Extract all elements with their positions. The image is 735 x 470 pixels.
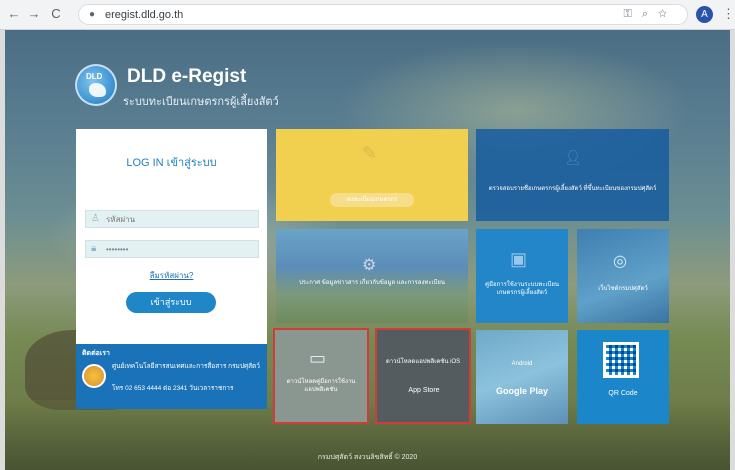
user-icon: ♙ [91,213,100,224]
gear-icon: ⚙ [362,257,377,274]
google-play-badge[interactable]: Google Play [480,386,564,396]
browser-toolbar: ← → C ● eregist.dld.go.th ⚿⌕☆ A ⋮ [0,0,735,30]
android-app-tile[interactable]: Android Google Play [476,330,568,424]
ios-app-tile[interactable]: ดาวน์โหลดแอปพลิเคชัน iOS App Store [375,328,471,424]
website-label: เว็บไซต์กรมปศุสัตว์ [598,286,648,292]
manual-tile[interactable]: ▣ คู่มือการใช้งานระบบทะเบียน เกษตรกรผู้เ… [476,229,568,323]
dld-logo: DLD [75,64,117,106]
page-background: DLD DLD e-Regist ระบบทะเบียนเกษตรกรผู้เล… [5,30,730,470]
qr-code-tile[interactable]: QR Code [577,330,669,424]
download-manual-tile[interactable]: ▭ ดาวน์โหลดคู่มือการใช้งาน แอปพลิเคชัน [273,328,369,424]
check-farmer-tile[interactable]: 👤︎ ตรวจสอบรายชื่อเกษตรกรผู้เลี้ยงสัตว์ ท… [476,129,669,221]
menu-icon[interactable]: ⋮ [722,6,735,22]
profile-avatar[interactable]: A [696,6,713,23]
register-button[interactable]: ลงทะเบียนเกษตรกร [330,193,414,207]
person-icon: 👤︎ [564,149,582,165]
address-bar-icons[interactable]: ⚿⌕☆ [623,8,677,21]
username-input[interactable] [106,212,256,226]
contact-box: ติดต่อเรา ศูนย์เทคโนโลยีสารสนเทศและการสื… [76,344,267,409]
password-input[interactable] [106,242,256,256]
monitor-icon: ▭ [309,348,327,368]
login-card: LOG IN เข้าสู่ระบบ ♙ 🔒︎ ลืมรหัสผ่าน? เข้… [76,129,267,344]
password-field[interactable]: 🔒︎ [85,240,259,258]
book-icon: ▣ [510,249,528,269]
ict-logo [82,364,106,388]
register-icon: ✎ [362,143,378,163]
qr-code-label: QR Code [608,390,638,397]
contact-org: ศูนย์เทคโนโลยีสารสนเทศและการสื่อสาร กรมป… [112,363,260,370]
qr-code-icon [603,342,639,378]
reload-icon[interactable]: C [48,6,64,22]
download-manual-label: ดาวน์โหลดคู่มือการใช้งาน แอปพลิเคชัน [286,379,356,393]
cow-shape-icon [89,83,106,97]
username-field[interactable]: ♙ [85,210,259,228]
ios-label: ดาวน์โหลดแอปพลิเคชัน iOS [385,359,461,365]
forward-icon[interactable]: → [26,6,42,22]
login-title: LOG IN เข้าสู่ระบบ [126,157,217,169]
news-tile[interactable]: ⚙ ประกาศ ข้อมูลข่าวสาร เกี่ยวกับข้อมูล แ… [276,229,468,323]
lock-icon: 🔒︎ [91,243,97,254]
globe-icon: ◎ [613,253,627,270]
manual-tile-label: คู่มือการใช้งานระบบทะเบียน เกษตรกรผู้เลี… [485,282,559,296]
contact-phone: โทร 02 653 4444 ต่อ 2341 วันเวลาราชการ [112,385,234,392]
register-tile[interactable]: ✎ ลงทะเบียนเกษตรกร [276,129,468,221]
site-subtitle: ระบบทะเบียนเกษตรกรผู้เลี้ยงสัตว์ [123,96,279,108]
address-bar[interactable]: ● eregist.dld.go.th ⚿⌕☆ [78,4,688,25]
lock-icon: ● [89,9,96,20]
news-label: ประกาศ ข้อมูลข่าวสาร เกี่ยวกับข้อมูล และ… [298,280,446,286]
footer-copyright: กรมปศุสัตว์ สงวนลิขสิทธิ์ © 2020 [317,454,418,461]
android-label: Android [511,361,533,367]
url-text: eregist.dld.go.th [105,9,184,21]
login-button[interactable]: เข้าสู่ระบบ [126,292,216,313]
app-store-badge[interactable]: App Store [395,383,453,399]
contact-title: ติดต่อเรา [82,350,110,357]
check-farmer-label: ตรวจสอบรายชื่อเกษตรกรผู้เลี้ยงสัตว์ ที่ข… [488,186,657,192]
site-title: DLD e-Regist [127,66,247,87]
forgot-password-link[interactable]: ลืมรหัสผ่าน? [76,269,267,282]
back-icon[interactable]: ← [6,6,22,22]
website-tile[interactable]: ◎ เว็บไซต์กรมปศุสัตว์ [577,229,669,323]
